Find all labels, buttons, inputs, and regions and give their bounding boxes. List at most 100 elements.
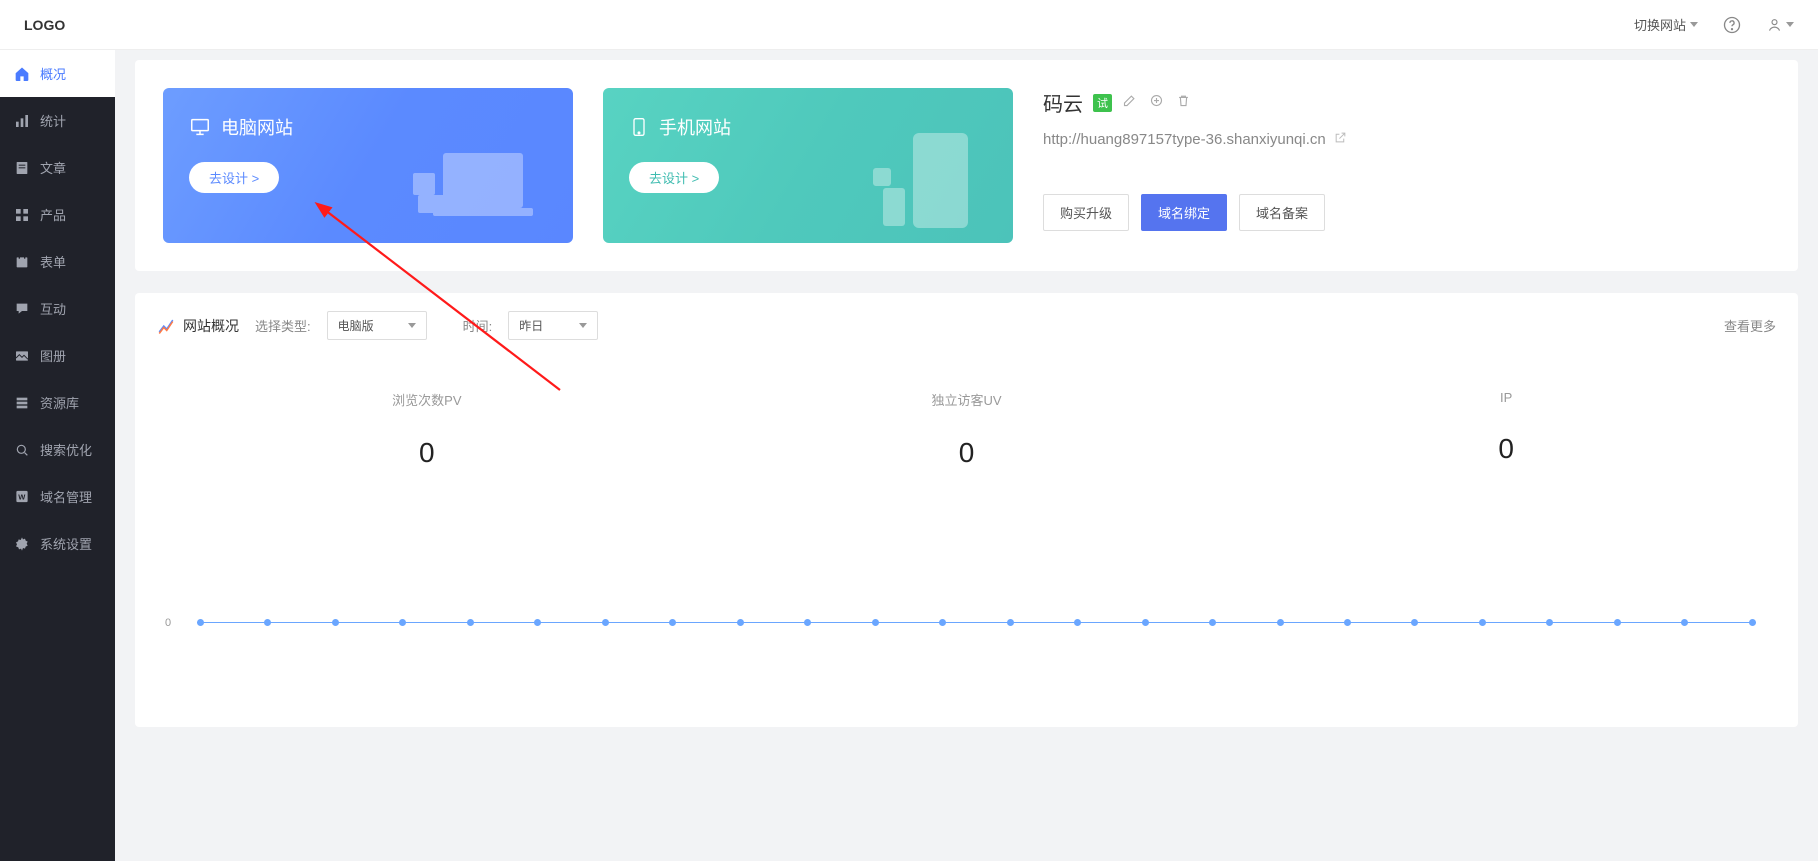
bind-domain-button[interactable]: 域名绑定	[1141, 194, 1227, 231]
switch-site-label: 切换网站	[1634, 15, 1686, 34]
sidebar-label: 域名管理	[40, 487, 92, 506]
chart-point	[332, 619, 339, 626]
chart-line	[197, 621, 1756, 623]
open-link-icon[interactable]	[1334, 131, 1347, 148]
chart-point	[939, 619, 946, 626]
pc-site-card: 电脑网站 去设计 >	[163, 88, 573, 243]
user-menu-icon[interactable]	[1766, 11, 1794, 39]
chart-point	[1007, 619, 1014, 626]
go-design-mobile-button[interactable]: 去设计 >	[629, 162, 719, 193]
time-value: 昨日	[519, 317, 543, 334]
stat-label: 独立访客UV	[697, 390, 1237, 409]
top-bar: LOGO 切换网站	[0, 0, 1818, 50]
chart-point	[1546, 619, 1553, 626]
type-select[interactable]: 电脑版	[327, 311, 427, 340]
chart-point	[1074, 619, 1081, 626]
sidebar-label: 图册	[40, 346, 66, 365]
stat-uv: 独立访客UV 0	[697, 390, 1237, 469]
sidebar: 概况 统计 文章 产品 表单 互动 图册 资源库 搜索优化 W 域名管理 系统设…	[0, 50, 115, 861]
mobile-icon	[629, 116, 649, 138]
stats-icon	[157, 317, 175, 335]
sidebar-item-overview[interactable]: 概况	[0, 50, 115, 97]
sidebar-item-products[interactable]: 产品	[0, 191, 115, 238]
chart-point	[669, 619, 676, 626]
sidebar-item-stats[interactable]: 统计	[0, 97, 115, 144]
chart-point	[1277, 619, 1284, 626]
chart-point	[737, 619, 744, 626]
type-value: 电脑版	[338, 317, 374, 334]
chevron-down-icon	[1786, 22, 1794, 27]
sidebar-item-albums[interactable]: 图册	[0, 332, 115, 379]
chart-point	[1209, 619, 1216, 626]
stats-row: 浏览次数PV 0 独立访客UV 0 IP 0	[157, 390, 1776, 469]
sidebar-label: 产品	[40, 205, 66, 224]
stat-label: IP	[1236, 390, 1776, 405]
chart-point	[1344, 619, 1351, 626]
card-decoration	[403, 123, 563, 243]
sidebar-item-forms[interactable]: 表单	[0, 238, 115, 285]
y-axis-label: 0	[165, 617, 171, 629]
chart-point	[872, 619, 879, 626]
chart-point	[1749, 619, 1756, 626]
sidebar-label: 表单	[40, 252, 66, 271]
stat-value: 0	[697, 437, 1237, 469]
time-label: 时间:	[463, 316, 493, 335]
stat-label: 浏览次数PV	[157, 390, 697, 409]
delete-icon[interactable]	[1176, 91, 1191, 114]
time-select[interactable]: 昨日	[508, 311, 598, 340]
sidebar-label: 搜索优化	[40, 440, 92, 459]
chart-point	[804, 619, 811, 626]
sidebar-label: 互动	[40, 299, 66, 318]
trial-tag: 试	[1093, 94, 1112, 112]
add-icon[interactable]	[1149, 91, 1164, 114]
view-more-link[interactable]: 查看更多	[1724, 316, 1776, 335]
chevron-down-icon	[408, 323, 416, 328]
chart-point	[1681, 619, 1688, 626]
chart-point	[264, 619, 271, 626]
chart-point	[1614, 619, 1621, 626]
help-icon[interactable]	[1718, 11, 1746, 39]
chart-point	[467, 619, 474, 626]
sidebar-label: 概况	[40, 64, 66, 83]
card-title-text: 电脑网站	[221, 114, 293, 140]
site-name-text: 码云	[1043, 88, 1083, 117]
site-url: http://huang897157type-36.shanxiyunqi.cn	[1043, 131, 1326, 148]
domain-record-button[interactable]: 域名备案	[1239, 194, 1325, 231]
sidebar-item-domain[interactable]: W 域名管理	[0, 473, 115, 520]
chart-point	[1142, 619, 1149, 626]
overview-panel: 网站概况 选择类型: 电脑版 时间: 昨日 查看更多 浏览次数PV 0 独立访客…	[135, 293, 1798, 727]
chevron-down-icon	[579, 323, 587, 328]
sidebar-item-articles[interactable]: 文章	[0, 144, 115, 191]
mobile-site-card: 手机网站 去设计 >	[603, 88, 1013, 243]
chart-point	[534, 619, 541, 626]
sidebar-label: 统计	[40, 111, 66, 130]
logo-text: LOGO	[24, 17, 65, 33]
sidebar-item-interaction[interactable]: 互动	[0, 285, 115, 332]
type-label: 选择类型:	[255, 316, 311, 335]
buy-upgrade-button[interactable]: 购买升级	[1043, 194, 1129, 231]
chart-point	[1411, 619, 1418, 626]
sidebar-label: 资源库	[40, 393, 79, 412]
top-card-row: 电脑网站 去设计 > 手机网站 去设计 > 码云 试	[135, 60, 1798, 271]
card-title-text: 手机网站	[659, 114, 731, 140]
svg-text:W: W	[18, 493, 26, 502]
edit-icon[interactable]	[1122, 91, 1137, 114]
chevron-down-icon	[1690, 22, 1698, 27]
chart-point	[399, 619, 406, 626]
go-design-pc-button[interactable]: 去设计 >	[189, 162, 279, 193]
chart-point	[602, 619, 609, 626]
stat-ip: IP 0	[1236, 390, 1776, 469]
switch-site-button[interactable]: 切换网站	[1634, 15, 1698, 34]
stat-value: 0	[1236, 433, 1776, 465]
line-chart: 0	[157, 569, 1776, 709]
chart-point	[1479, 619, 1486, 626]
sidebar-item-seo[interactable]: 搜索优化	[0, 426, 115, 473]
card-decoration	[843, 123, 1003, 243]
sidebar-item-resources[interactable]: 资源库	[0, 379, 115, 426]
sidebar-label: 文章	[40, 158, 66, 177]
desktop-icon	[189, 116, 211, 138]
main-content: 电脑网站 去设计 > 手机网站 去设计 > 码云 试	[115, 50, 1818, 861]
sidebar-item-settings[interactable]: 系统设置	[0, 520, 115, 567]
panel-title-text: 网站概况	[183, 316, 239, 336]
site-info: 码云 试 http://huang897157type-36.shanxiyun…	[1043, 88, 1770, 243]
